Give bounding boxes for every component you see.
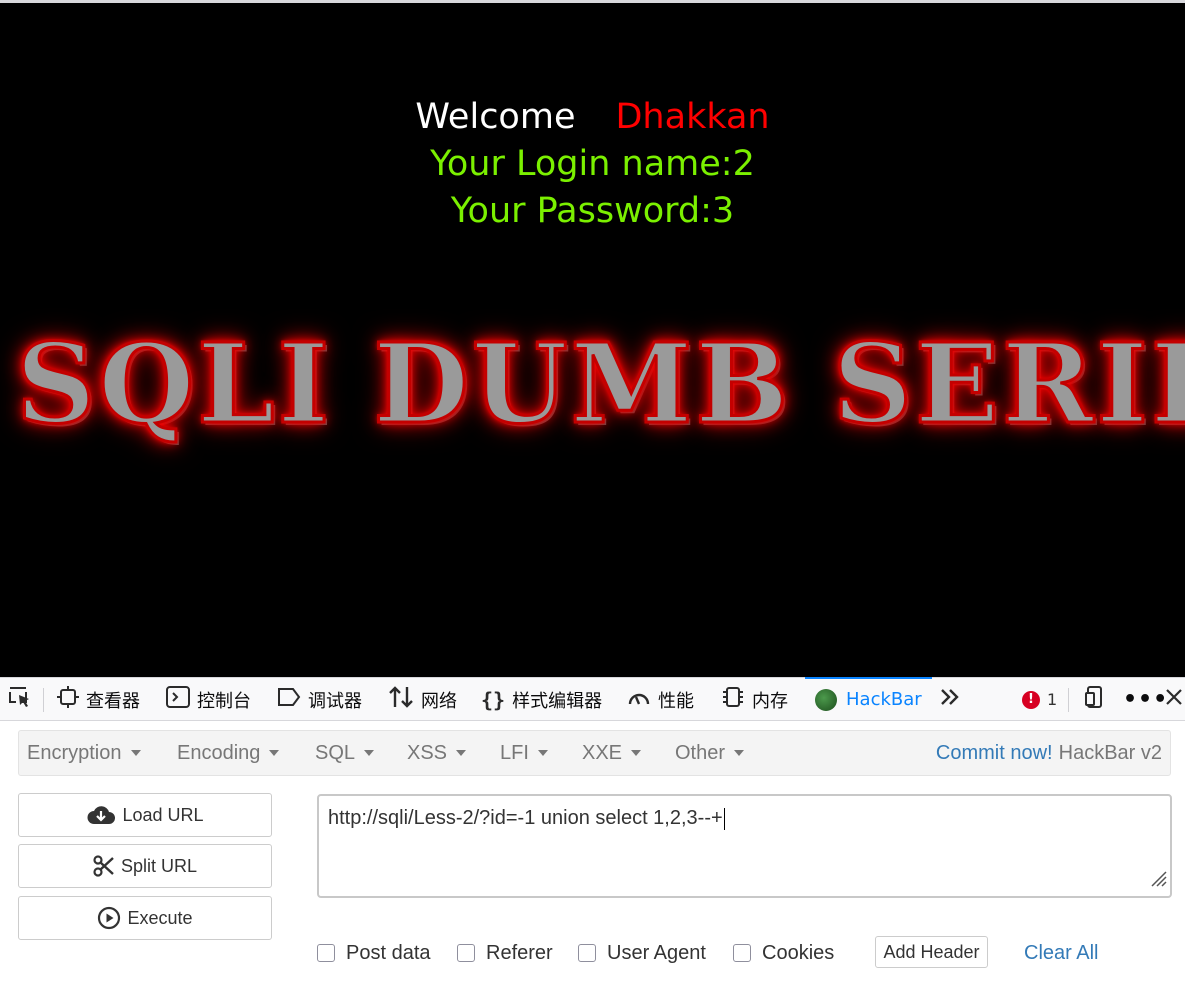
sqli-banner-image: SQLI DUMB SERIES bbox=[14, 318, 1185, 450]
load-url-button[interactable]: Load URL bbox=[18, 793, 272, 837]
ellipsis-icon: ••• bbox=[1123, 687, 1169, 712]
error-count: 1 bbox=[1047, 690, 1058, 709]
console-icon bbox=[166, 686, 190, 713]
option-label: Referer bbox=[486, 941, 553, 964]
tab-debugger[interactable]: 调试器 bbox=[277, 678, 362, 721]
menu-label: Other bbox=[675, 741, 726, 764]
clear-all-link[interactable]: Clear All bbox=[1024, 938, 1098, 968]
performance-icon bbox=[627, 686, 651, 713]
debugger-icon bbox=[277, 687, 301, 712]
menu-label: LFI bbox=[500, 741, 529, 764]
caret-down-icon bbox=[631, 750, 642, 756]
close-devtools-button[interactable] bbox=[1164, 678, 1184, 721]
user-agent-option[interactable]: User Agent bbox=[578, 938, 706, 968]
button-label: Split URL bbox=[120, 855, 198, 876]
referer-option[interactable]: Referer bbox=[457, 938, 553, 968]
pick-element-icon bbox=[8, 685, 32, 714]
welcome-label: Welcome bbox=[415, 97, 576, 137]
cookies-checkbox[interactable] bbox=[733, 944, 751, 962]
cookies-option[interactable]: Cookies bbox=[733, 938, 834, 968]
error-counter[interactable]: ! 1 bbox=[1022, 678, 1057, 721]
memory-icon bbox=[721, 685, 745, 714]
devtools-toolbar: 查看器 控制台 调试器 网络 {} 样式编辑器 性能 内存 HackBar ! … bbox=[0, 677, 1185, 721]
play-circle-icon bbox=[97, 906, 121, 930]
caret-down-icon bbox=[537, 750, 548, 756]
hackbar-icon bbox=[815, 688, 837, 711]
menu-label: XXE bbox=[582, 741, 623, 764]
error-icon: ! bbox=[1022, 690, 1040, 709]
menu-xss[interactable]: XSS bbox=[407, 731, 467, 775]
tab-label: 性能 bbox=[658, 690, 694, 712]
more-tabs-button[interactable] bbox=[939, 678, 961, 721]
button-label: Execute bbox=[127, 907, 193, 928]
element-picker-button[interactable] bbox=[8, 678, 32, 721]
tab-label: HackBar bbox=[846, 689, 922, 710]
tab-network[interactable]: 网络 bbox=[388, 678, 457, 721]
text-cursor bbox=[723, 807, 725, 830]
style-editor-icon: {} bbox=[481, 687, 506, 712]
execute-button[interactable]: Execute bbox=[18, 896, 272, 940]
tab-label: 网络 bbox=[421, 690, 457, 712]
menu-sql[interactable]: SQL bbox=[315, 731, 375, 775]
hackbar-menu-bar: Encryption Encoding SQL XSS LFI XXE Othe… bbox=[18, 730, 1171, 776]
post-data-option[interactable]: Post data bbox=[317, 938, 431, 968]
tab-performance[interactable]: 性能 bbox=[627, 678, 694, 721]
user-agent-checkbox[interactable] bbox=[578, 944, 596, 962]
menu-encryption[interactable]: Encryption bbox=[27, 731, 141, 775]
post-data-checkbox[interactable] bbox=[317, 944, 335, 962]
tab-label: 查看器 bbox=[86, 690, 140, 712]
scissors-icon bbox=[93, 855, 115, 877]
network-icon bbox=[388, 685, 414, 714]
responsive-design-button[interactable] bbox=[1084, 678, 1108, 721]
tab-label: 调试器 bbox=[308, 690, 362, 712]
responsive-mode-icon bbox=[1084, 685, 1108, 714]
tab-memory[interactable]: 内存 bbox=[721, 678, 788, 721]
web-page-content: Welcome Dhakkan Your Login name:2 Your Pa… bbox=[0, 3, 1185, 677]
cloud-download-icon bbox=[86, 804, 116, 826]
tab-label: 内存 bbox=[752, 690, 788, 712]
add-header-button[interactable]: Add Header bbox=[875, 936, 988, 968]
login-name-text: Your Login name:2 bbox=[430, 144, 755, 184]
menu-label: XSS bbox=[407, 741, 448, 764]
password-text: Your Password:3 bbox=[450, 191, 735, 231]
tab-hackbar[interactable]: HackBar bbox=[805, 677, 932, 721]
commit-info: Commit now! HackBar v2 bbox=[936, 731, 1162, 775]
url-value: http://sqli/Less-2/?id=-1 union select 1… bbox=[328, 807, 723, 829]
more-options-button[interactable]: ••• bbox=[1123, 678, 1168, 721]
url-textarea[interactable]: http://sqli/Less-2/?id=-1 union select 1… bbox=[317, 794, 1172, 898]
commit-now-link[interactable]: Commit now! bbox=[936, 742, 1053, 765]
menu-label: Encoding bbox=[177, 741, 261, 764]
menu-xxe[interactable]: XXE bbox=[582, 731, 642, 775]
tab-label: 样式编辑器 bbox=[512, 690, 603, 712]
caret-down-icon bbox=[364, 750, 375, 756]
toolbar-divider bbox=[1068, 688, 1069, 712]
referer-checkbox[interactable] bbox=[457, 944, 475, 962]
menu-other[interactable]: Other bbox=[675, 731, 745, 775]
caret-down-icon bbox=[269, 750, 280, 756]
welcome-line: Welcome Dhakkan bbox=[0, 95, 1185, 139]
welcome-name: Dhakkan bbox=[615, 97, 770, 137]
split-url-button[interactable]: Split URL bbox=[18, 844, 272, 888]
option-label: Post data bbox=[346, 941, 431, 964]
caret-down-icon bbox=[130, 750, 141, 756]
tab-label: 控制台 bbox=[197, 690, 251, 712]
menu-label: SQL bbox=[315, 741, 356, 764]
hackbar-version: HackBar v2 bbox=[1058, 741, 1162, 764]
resize-handle-icon[interactable] bbox=[1147, 867, 1167, 893]
option-label: User Agent bbox=[607, 941, 706, 964]
caret-down-icon bbox=[456, 750, 467, 756]
menu-label: Encryption bbox=[27, 741, 122, 764]
menu-encoding[interactable]: Encoding bbox=[177, 731, 280, 775]
close-icon bbox=[1164, 687, 1184, 712]
option-label: Cookies bbox=[762, 941, 835, 964]
double-chevron-right-icon bbox=[939, 687, 961, 712]
caret-down-icon bbox=[734, 750, 745, 756]
toolbar-divider bbox=[43, 688, 44, 712]
menu-lfi[interactable]: LFI bbox=[500, 731, 548, 775]
tab-console[interactable]: 控制台 bbox=[166, 678, 251, 721]
button-label: Load URL bbox=[122, 804, 204, 825]
inspector-icon bbox=[57, 686, 79, 713]
tab-style-editor[interactable]: {} 样式编辑器 bbox=[481, 678, 602, 721]
tab-inspector[interactable]: 查看器 bbox=[57, 678, 140, 721]
